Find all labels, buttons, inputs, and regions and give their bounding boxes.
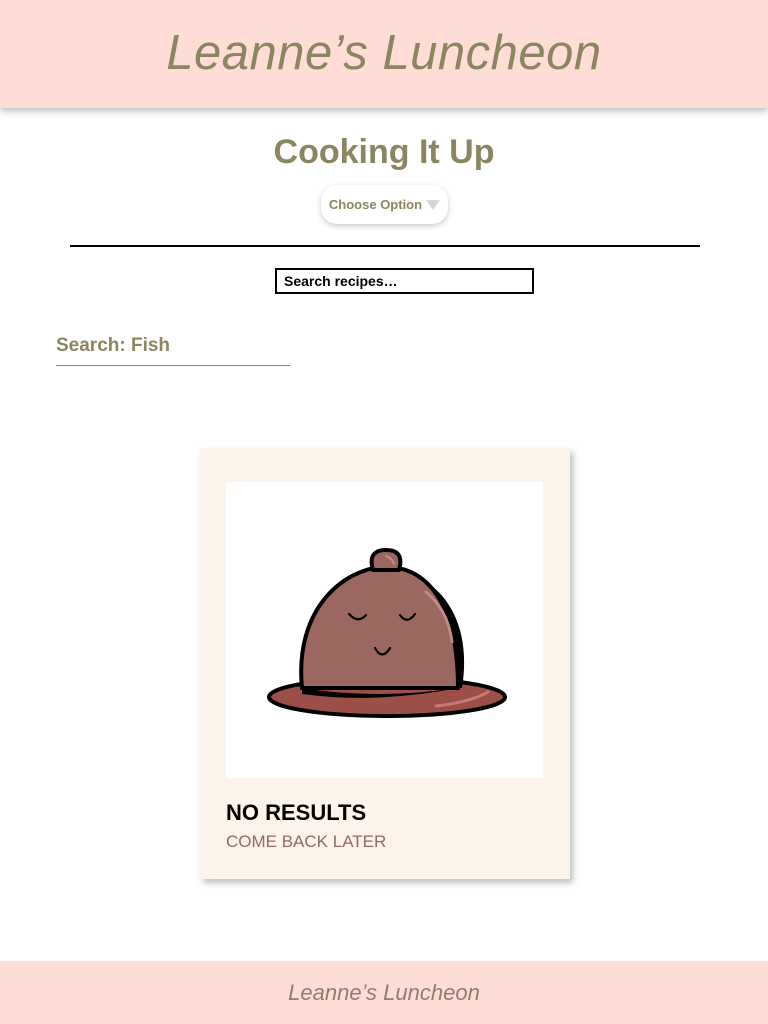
site-title: Leanne’s Luncheon (166, 26, 602, 80)
page-title: Cooking It Up (273, 133, 495, 171)
site-footer: Leanne’s Luncheon (0, 961, 768, 1024)
cloche-face-icon (226, 482, 543, 778)
choose-option-dropdown[interactable]: Choose Option (321, 185, 448, 224)
choose-option-label: Choose Option (328, 197, 423, 212)
card-subtitle: COME BACK LATER (226, 832, 387, 851)
search-term-heading: Search: Fish (56, 335, 171, 356)
search-term-underline (56, 365, 290, 366)
card-title: NO RESULTS (226, 800, 367, 825)
footer-text: Leanne’s Luncheon (288, 979, 480, 1005)
divider (70, 245, 700, 247)
site-header: Leanne’s Luncheon (0, 0, 768, 108)
chevron-down-icon (426, 200, 441, 210)
result-card: NO RESULTS COME BACK LATER (200, 448, 570, 879)
search-input[interactable] (275, 268, 534, 294)
page: Leanne’s Luncheon Cooking It Up Choose O… (0, 0, 768, 1024)
